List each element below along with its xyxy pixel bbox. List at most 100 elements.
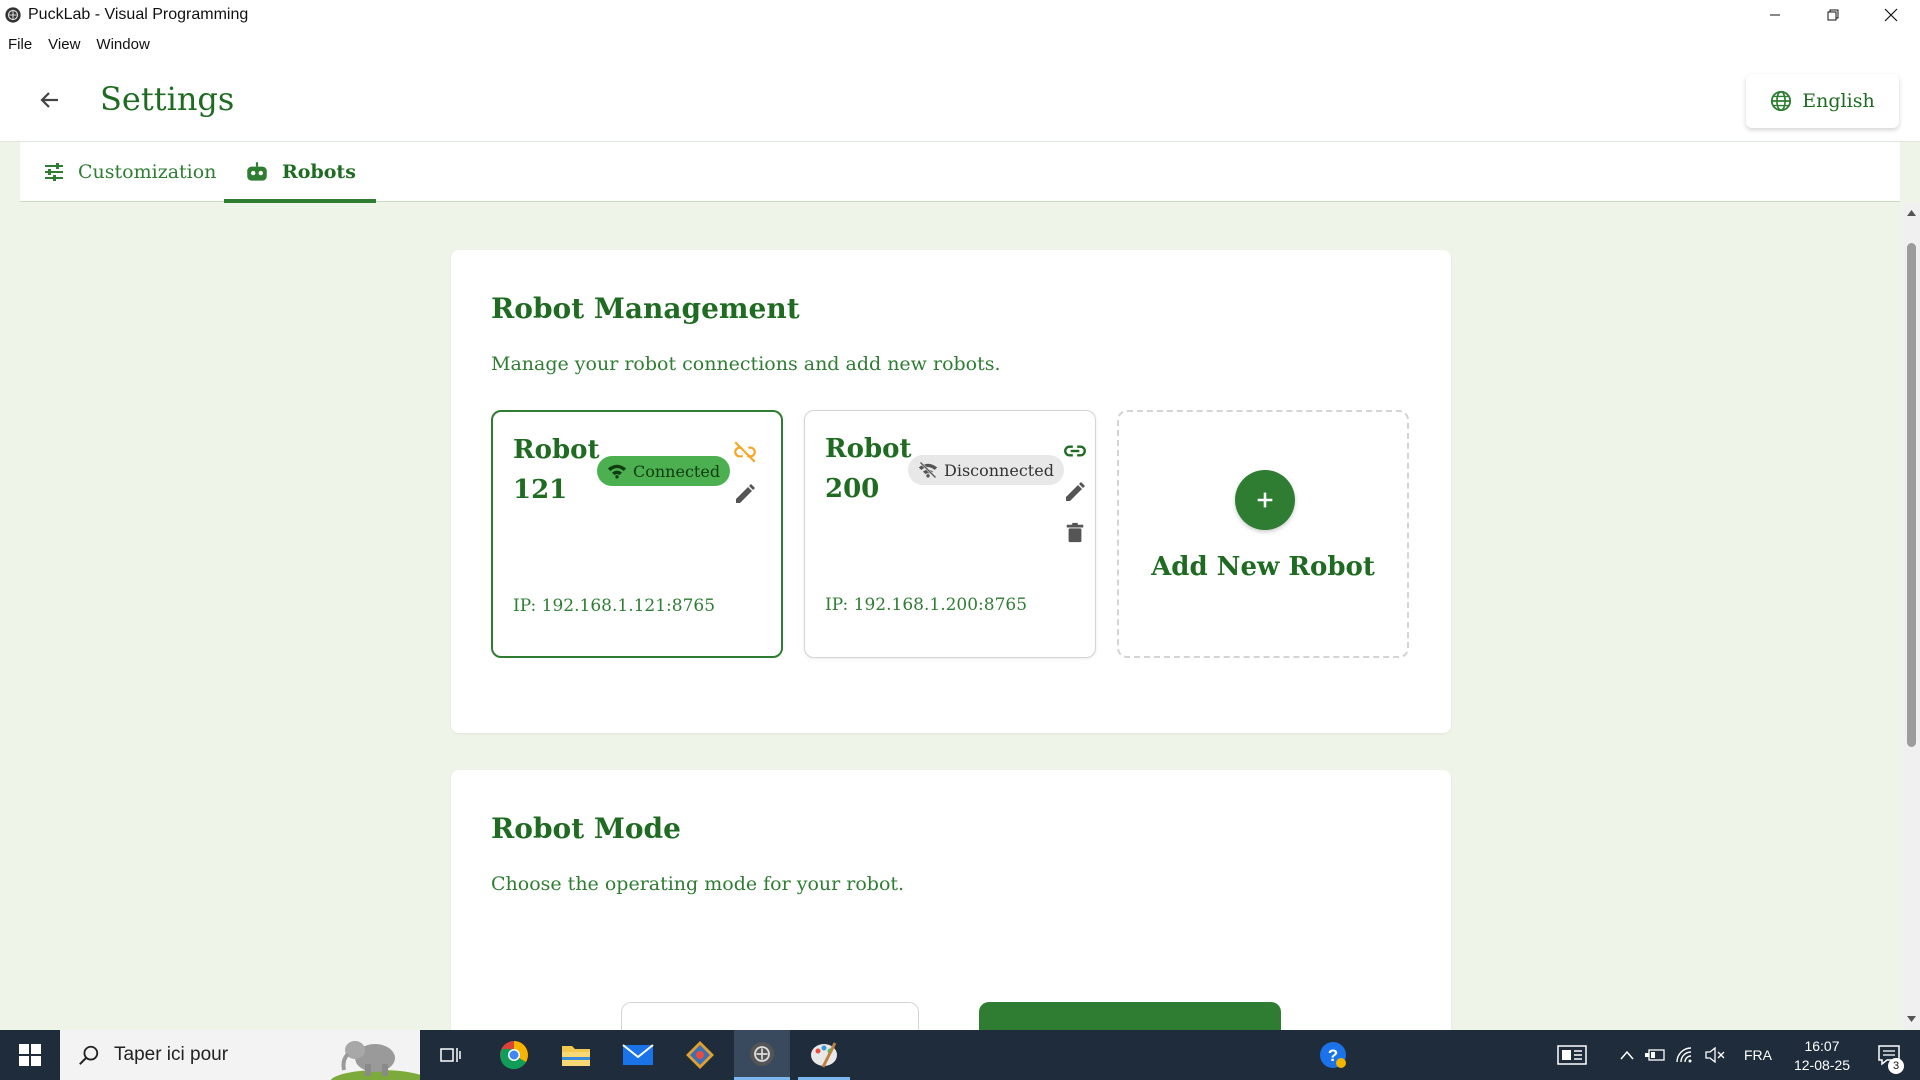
menu-view[interactable]: View: [48, 36, 80, 53]
content-area: Robot Management Manage your robot conne…: [0, 203, 1903, 1030]
status-badge-disconnected: Disconnected: [908, 455, 1064, 485]
settings-header: Settings English: [0, 58, 1920, 142]
clock[interactable]: 16:07 12-08-25: [1782, 1030, 1862, 1080]
taskbar-search[interactable]: Taper ici pour: [60, 1030, 420, 1080]
pucklab-taskbar-button[interactable]: [734, 1030, 790, 1080]
disconnect-button[interactable]: [731, 438, 759, 466]
elephant-illustration-icon: [330, 1041, 420, 1080]
status-label: Connected: [633, 461, 721, 481]
connect-button[interactable]: [1061, 437, 1089, 465]
mail-icon: [622, 1044, 654, 1065]
paint-icon: [811, 1041, 837, 1068]
scroll-down-icon[interactable]: [1906, 1015, 1917, 1023]
robot-mode-title: Robot Mode: [491, 812, 681, 845]
tab-customization[interactable]: Customization: [42, 142, 216, 202]
app-logo-icon: [5, 7, 21, 23]
restore-button[interactable]: [1804, 0, 1862, 30]
close-button[interactable]: [1862, 0, 1920, 30]
volume-muted-icon: [1705, 1047, 1725, 1063]
taskbar: Taper ici pour ? FRA 16:07 12-08-25 3: [0, 1030, 1920, 1080]
minimize-button[interactable]: [1746, 0, 1804, 30]
back-button[interactable]: [34, 84, 66, 116]
robot-icon: [247, 162, 267, 181]
news-icon: [1557, 1045, 1587, 1065]
tab-customization-label: Customization: [78, 161, 217, 183]
add-robot-button[interactable]: [1235, 470, 1295, 530]
notifications-button[interactable]: 3: [1866, 1030, 1912, 1080]
start-button[interactable]: [0, 1030, 60, 1080]
scrollbar[interactable]: [1903, 203, 1920, 1030]
volume-status[interactable]: [1702, 1030, 1728, 1080]
help-icon: ?: [1320, 1042, 1346, 1068]
wifi-icon: [607, 464, 627, 479]
help-taskbar-button[interactable]: ?: [1316, 1030, 1350, 1080]
paint-taskbar-button[interactable]: [798, 1030, 850, 1080]
scroll-thumb[interactable]: [1907, 243, 1916, 747]
network-status[interactable]: [1672, 1030, 1698, 1080]
windows-logo-icon: [19, 1044, 41, 1066]
edit-button[interactable]: [1061, 478, 1089, 506]
tune-icon: [45, 163, 63, 181]
arrow-left-icon: [40, 92, 58, 108]
search-icon: [79, 1045, 99, 1065]
mode-option-2[interactable]: [979, 1002, 1281, 1030]
chrome-taskbar-button[interactable]: [490, 1030, 538, 1080]
robot-mode-card: Robot Mode Choose the operating mode for…: [451, 770, 1451, 1030]
chrome-icon: [500, 1041, 528, 1070]
search-placeholder: Taper ici pour: [114, 1044, 229, 1065]
link-off-icon: [734, 441, 756, 463]
wifi-tray-icon: [1676, 1047, 1692, 1063]
task-view-button[interactable]: [430, 1030, 470, 1080]
language-label: English: [1802, 90, 1875, 112]
delete-button[interactable]: [1061, 519, 1089, 547]
news-widget-button[interactable]: [1550, 1030, 1594, 1080]
language-button[interactable]: English: [1746, 74, 1899, 128]
robot-management-description: Manage your robot connections and add ne…: [491, 353, 1001, 375]
robot-management-card: Robot Management Manage your robot conne…: [451, 250, 1451, 733]
tab-robots-label: Robots: [282, 161, 356, 183]
globe-icon: [1771, 90, 1792, 112]
settings-tabs: Customization Robots: [20, 142, 1900, 203]
edit-button[interactable]: [731, 480, 759, 508]
battery-icon: [1645, 1049, 1665, 1061]
clock-time: 16:07: [1804, 1037, 1840, 1054]
robot-card-121[interactable]: Robot 121 Connected IP: 192.168.1.121:87…: [491, 410, 783, 658]
robot-mode-description: Choose the operating mode for your robot…: [491, 873, 905, 895]
page-title: Settings: [100, 80, 235, 118]
tray-expand-button[interactable]: [1616, 1030, 1638, 1080]
file-explorer-taskbar-button[interactable]: [552, 1030, 600, 1080]
chevron-up-icon: [1620, 1050, 1634, 1060]
menu-window[interactable]: Window: [96, 36, 149, 53]
plus-icon: [1257, 492, 1273, 508]
notification-count: 3: [1888, 1058, 1904, 1074]
menu-file[interactable]: File: [8, 36, 32, 53]
battery-status[interactable]: [1642, 1030, 1668, 1080]
pencil-icon: [736, 484, 755, 503]
add-robot-label: Add New Robot: [1151, 552, 1375, 582]
menu-bar: File View Window: [0, 30, 1920, 58]
git-taskbar-button[interactable]: [676, 1030, 724, 1080]
tab-robots[interactable]: Robots: [224, 142, 376, 203]
pencil-icon: [1066, 482, 1085, 501]
robot-ip: IP: 192.168.1.121:8765: [513, 596, 716, 616]
title-bar: PuckLab - Visual Programming: [0, 0, 1920, 30]
pucklab-icon: [750, 1041, 774, 1066]
git-tool-icon: [686, 1041, 714, 1069]
wifi-off-icon: [918, 462, 938, 478]
mode-option-1[interactable]: [621, 1002, 919, 1030]
robot-management-title: Robot Management: [491, 292, 800, 325]
trash-icon: [1066, 522, 1084, 543]
task-view-icon: [440, 1048, 461, 1062]
folder-icon: [562, 1046, 590, 1066]
add-robot-card[interactable]: Add New Robot: [1117, 410, 1409, 658]
window-title: PuckLab - Visual Programming: [28, 6, 249, 23]
robot-ip: IP: 192.168.1.200:8765: [825, 595, 1028, 615]
status-badge-connected: Connected: [597, 456, 731, 486]
mail-taskbar-button[interactable]: [614, 1030, 662, 1080]
status-label: Disconnected: [944, 460, 1054, 480]
robot-card-200[interactable]: Robot 200 Disconnected IP: 192.168.1.200…: [804, 410, 1096, 658]
link-icon: [1064, 445, 1086, 457]
input-language[interactable]: FRA: [1740, 1030, 1776, 1080]
scroll-up-icon[interactable]: [1906, 209, 1917, 217]
clock-date: 12-08-25: [1793, 1056, 1851, 1073]
